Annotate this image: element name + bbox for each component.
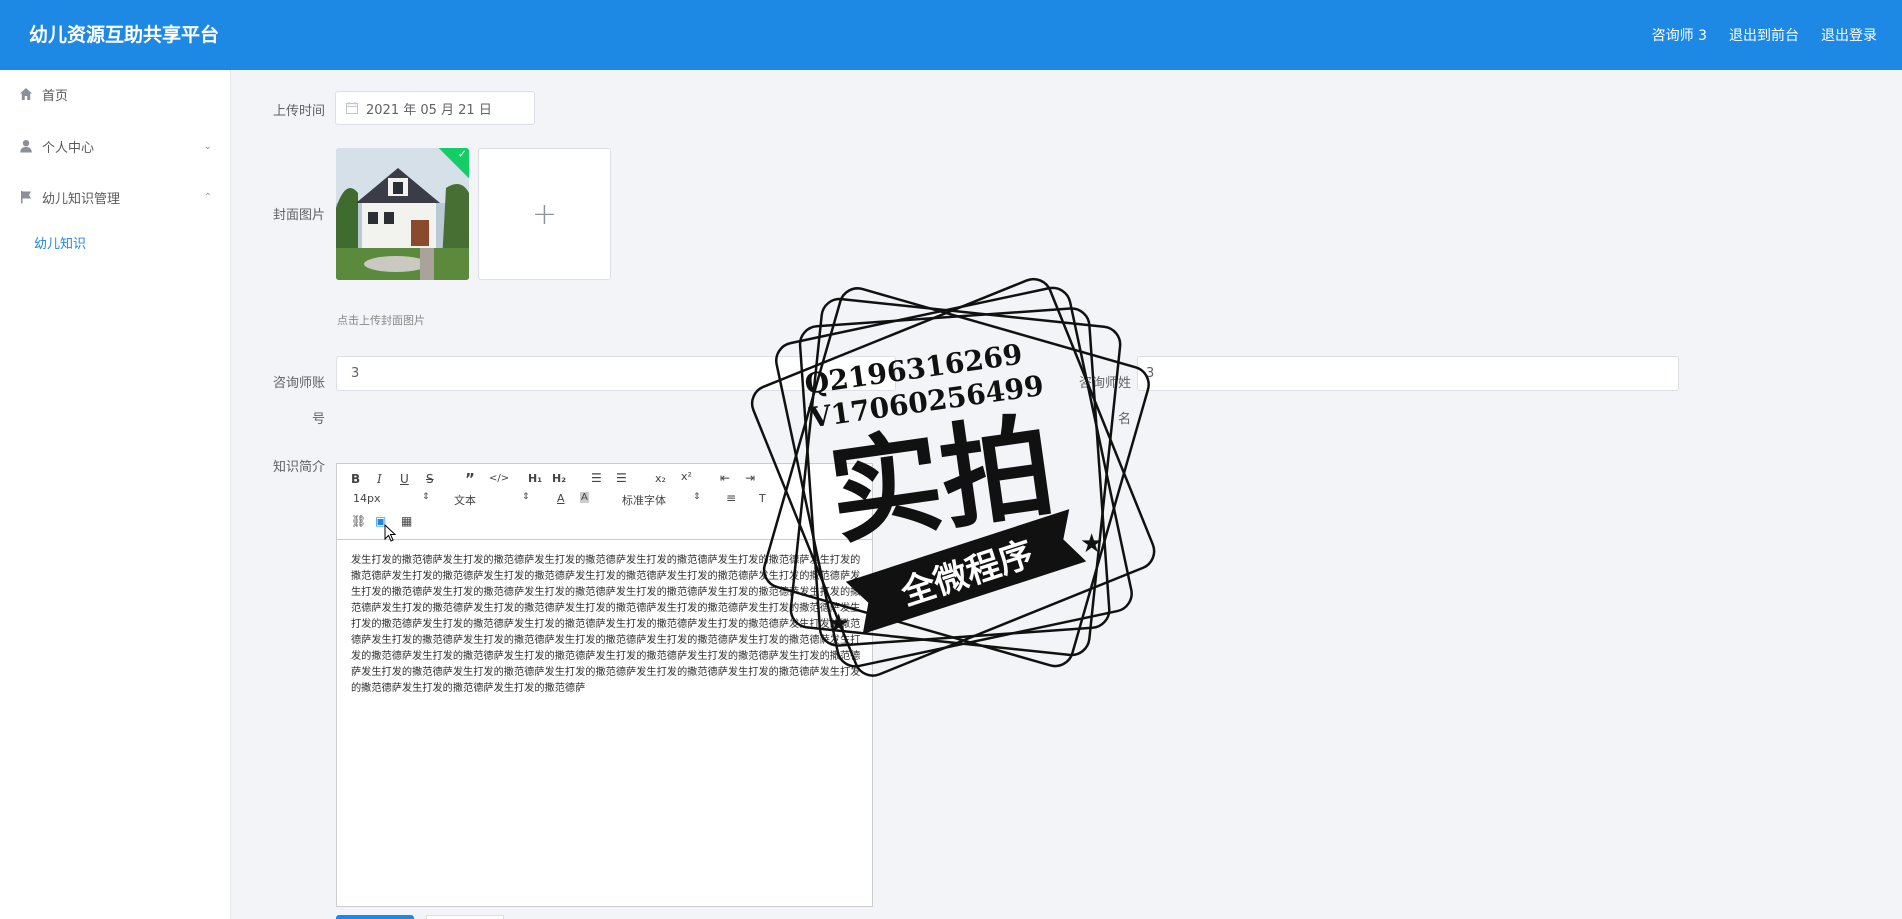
account-label-line2: 号 [311, 412, 325, 427]
font-size-select[interactable]: 14px [353, 492, 381, 505]
sidebar-item-personal-center[interactable]: 个人中心 ⌄ [0, 126, 231, 166]
counselor-name-input[interactable]: 3 [1137, 356, 1679, 391]
subscript-button[interactable]: x₂ [655, 472, 666, 485]
font-family-select[interactable]: 标准字体 [622, 492, 666, 508]
cover-image-thumbnail[interactable]: ✓ [336, 148, 469, 280]
sidebar-item-home[interactable]: 首页 [0, 74, 231, 114]
top-navbar: 幼儿资源互助共享平台 咨询师 3 退出到前台 退出登录 [0, 0, 1902, 70]
app-title: 幼儿资源互助共享平台 [29, 24, 220, 46]
sidebar-item-label: 首页 [42, 88, 69, 104]
background-color-button[interactable]: A [580, 492, 589, 503]
sidebar-item-label: 幼儿知识管理 [42, 191, 121, 207]
bullet-list-icon[interactable]: ☰ [616, 471, 627, 485]
sidebar-item-label: 个人中心 [42, 140, 95, 156]
cover-image-label: 封面图片 [272, 208, 325, 223]
font-color-button[interactable]: A [557, 492, 565, 505]
sidebar-subitem-knowledge[interactable]: 幼儿知识 [34, 233, 86, 252]
chevron-down-icon: ⌄ [203, 140, 212, 152]
link-icon[interactable]: ⛓ [351, 514, 366, 528]
superscript-button[interactable]: x² [681, 470, 692, 483]
watermark-stamp: Q2196316269 V17060256499 实拍 全微程序 ★ ★ [750, 277, 1156, 677]
outdent-icon[interactable]: ⇤ [720, 471, 730, 485]
heading2-button[interactable]: H₂ [552, 472, 566, 485]
home-icon [20, 88, 32, 100]
italic-button[interactable]: I [377, 472, 382, 486]
sidebar-item-knowledge-management[interactable]: 幼儿知识管理 ⌃ [0, 177, 231, 217]
paragraph-arrows-icon: ⇕ [522, 492, 530, 502]
underline-button[interactable]: U [400, 472, 409, 486]
font-family-arrows-icon: ⇕ [693, 492, 701, 502]
blockquote-icon[interactable]: ” [465, 470, 475, 488]
font-size-arrows-icon: ⇕ [422, 492, 430, 502]
check-icon: ✓ [457, 148, 467, 161]
chevron-up-icon: ⌃ [203, 191, 212, 203]
header-actions: 咨询师 3 退出到前台 退出登录 [1652, 0, 1877, 70]
account-label-line1: 咨询师账 [272, 376, 325, 391]
flag-icon [21, 191, 31, 204]
paragraph-select[interactable]: 文本 [454, 492, 476, 508]
upload-time-label: 上传时间 [272, 104, 325, 119]
sidebar: 首页 个人中心 ⌄ 幼儿知识管理 ⌃ 幼儿知识 [0, 70, 231, 919]
current-user: 咨询师 3 [1651, 28, 1707, 44]
logout-link[interactable]: 退出登录 [1821, 25, 1877, 45]
code-block-icon[interactable]: </> [489, 473, 509, 484]
upload-hint: 点击上传封面图片 [337, 314, 425, 327]
ordered-list-icon[interactable]: ☰ [591, 471, 602, 485]
house-photo [336, 148, 469, 280]
submit-button[interactable] [336, 915, 414, 919]
star-icon: ★ [827, 609, 850, 639]
upload-time-date-picker[interactable]: 2021 年 05 月 21 日 [335, 91, 535, 125]
user-icon [20, 140, 32, 153]
counselor-account-label: 咨询师账 号 [269, 366, 325, 438]
intro-label: 知识简介 [272, 460, 325, 475]
star-icon: ★ [1080, 529, 1103, 559]
heading1-button[interactable]: H₁ [528, 472, 542, 485]
upload-time-value: 2021 年 05 月 21 日 [366, 102, 492, 118]
calendar-icon [346, 102, 358, 114]
back-to-front-link[interactable]: 退出到前台 [1729, 25, 1799, 45]
cancel-button[interactable] [426, 915, 504, 919]
video-icon[interactable]: ▦ [401, 514, 412, 528]
strike-button[interactable]: S [426, 472, 434, 486]
cover-upload-button[interactable]: + [478, 148, 611, 280]
bold-button[interactable]: B [351, 472, 360, 486]
mouse-cursor-icon [384, 524, 397, 542]
